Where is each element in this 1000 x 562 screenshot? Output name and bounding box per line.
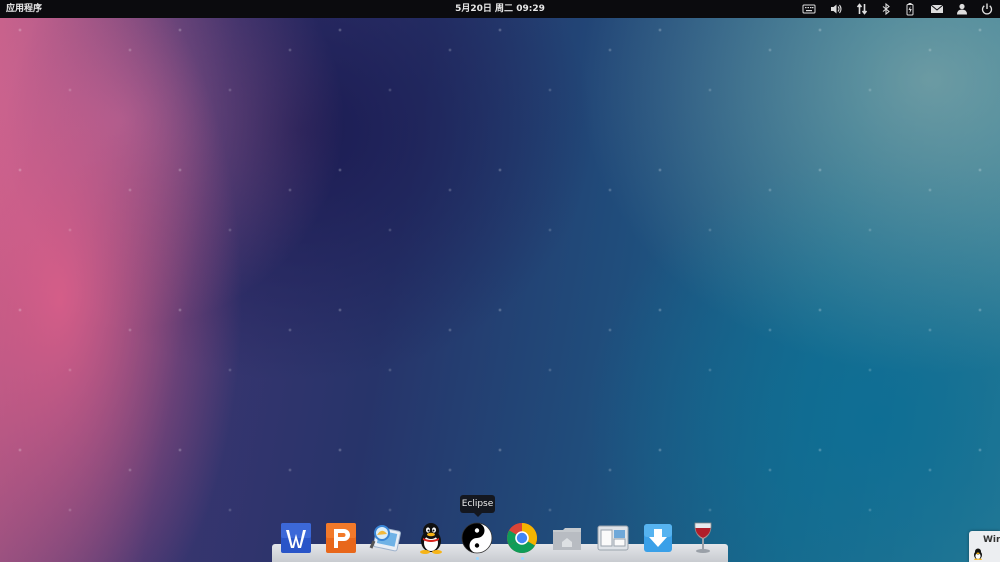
clock-date-time[interactable]: 5月20日 周二 09:29 bbox=[440, 0, 560, 18]
bluetooth-icon[interactable] bbox=[879, 2, 893, 16]
mail-icon[interactable] bbox=[930, 2, 944, 16]
power-icon[interactable] bbox=[980, 2, 994, 16]
top-panel: 应用程序 5月20日 周二 09:29 bbox=[0, 0, 1000, 18]
wps-presentation-icon[interactable] bbox=[324, 521, 358, 555]
partial-window[interactable]: Win bbox=[969, 531, 1000, 562]
chrome-icon[interactable] bbox=[505, 521, 539, 555]
applications-menu-button[interactable]: 应用程序 bbox=[6, 0, 42, 18]
tooltip-arrow bbox=[474, 513, 482, 517]
qq-penguin-icon bbox=[974, 548, 982, 560]
wallpaper-texture bbox=[0, 0, 1000, 562]
eclipse-yin-yang-icon[interactable] bbox=[460, 521, 494, 555]
qq-penguin-icon[interactable] bbox=[414, 521, 448, 555]
partial-window-title: Win bbox=[983, 535, 1000, 545]
wine-glass-icon[interactable] bbox=[686, 521, 720, 555]
network-icon[interactable] bbox=[855, 2, 869, 16]
desktop-wallpaper: 应用程序 5月20日 周二 09:29 Eclipse Win bbox=[0, 0, 1000, 562]
image-viewer-icon[interactable] bbox=[369, 521, 403, 555]
download-icon[interactable] bbox=[641, 521, 675, 555]
user-icon[interactable] bbox=[955, 2, 969, 16]
running-indicator-chrome bbox=[521, 557, 524, 560]
battery-icon[interactable] bbox=[903, 2, 917, 16]
workspace-switcher-icon[interactable] bbox=[596, 521, 630, 555]
volume-icon[interactable] bbox=[829, 2, 843, 16]
wps-writer-icon[interactable] bbox=[279, 521, 313, 555]
home-folder-icon[interactable] bbox=[550, 521, 584, 555]
keyboard-icon[interactable] bbox=[802, 2, 816, 16]
dock-tooltip: Eclipse bbox=[460, 495, 495, 513]
running-indicator-eclipse bbox=[476, 557, 479, 560]
